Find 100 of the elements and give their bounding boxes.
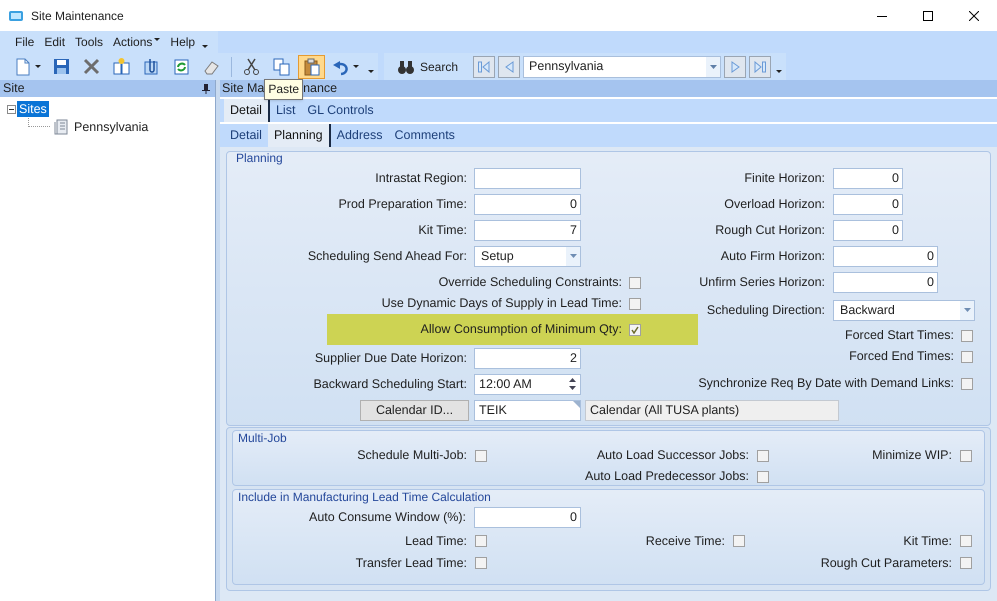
input-field[interactable]: 0: [833, 168, 903, 188]
search-button[interactable]: Search: [394, 54, 462, 78]
dropdown-arrow-icon: [964, 308, 970, 312]
field-label: Auto Firm Horizon:: [720, 248, 825, 265]
scissors-icon: [242, 57, 261, 76]
last-record-button[interactable]: [749, 56, 772, 78]
tab[interactable]: List: [270, 99, 302, 122]
menu-item[interactable]: Help: [165, 32, 200, 52]
window-title: Site Maintenance: [31, 8, 124, 24]
checkbox[interactable]: [629, 276, 641, 288]
checkmark-icon: [631, 326, 639, 334]
field-label: Rough Cut Horizon:: [714, 222, 825, 239]
dropdown-arrow-icon: [570, 254, 576, 258]
checkbox[interactable]: [960, 450, 972, 462]
tree-item[interactable]: Sites: [17, 101, 49, 117]
menu-item[interactable]: Tools: [70, 32, 108, 52]
field-label: Forced End Times:: [849, 348, 954, 366]
field-label: Transfer Lead Time:: [356, 554, 467, 572]
checkbox[interactable]: [960, 557, 972, 569]
field-label: Intrastat Region:: [374, 170, 467, 187]
tab[interactable]: Detail: [224, 124, 268, 147]
last-record-icon: [753, 60, 768, 74]
minus-icon: [9, 106, 14, 112]
pane-title: Site: [3, 80, 25, 98]
overflow-caret-icon[interactable]: [368, 70, 374, 73]
overflow-caret-icon[interactable]: [776, 70, 782, 73]
field-label: Backward Scheduling Start:: [312, 376, 467, 393]
tab[interactable]: Address: [330, 124, 388, 147]
tab[interactable]: Planning: [268, 124, 331, 147]
caret-icon: [35, 65, 41, 68]
field-label: Receive Time:: [646, 532, 725, 550]
input-field[interactable]: 2: [474, 348, 581, 368]
field-label: Prod Preparation Time:: [337, 196, 467, 213]
next-record-button[interactable]: [724, 56, 746, 78]
input-field[interactable]: 0: [833, 194, 903, 214]
x-icon: [82, 57, 101, 76]
book-icon: [112, 57, 131, 76]
previous-record-button[interactable]: [498, 56, 520, 78]
dropdown-arrow-icon: [710, 64, 717, 68]
clipboard-icon: [302, 57, 321, 76]
corner-icon: [573, 400, 580, 408]
collapse-toggle[interactable]: [7, 104, 16, 114]
caret-icon: [154, 38, 160, 40]
pin-icon[interactable]: [202, 84, 210, 94]
field-label: Synchronize Req By Date with Demand Links:: [698, 375, 954, 392]
field-label: Schedule Multi-Job:: [357, 447, 467, 464]
checkbox[interactable]: [757, 470, 769, 482]
field-label: Kit Time:: [903, 532, 952, 550]
input-field[interactable]: 7: [474, 220, 581, 240]
calendar-id-button[interactable]: Calendar ID...: [360, 400, 469, 420]
field-label: Scheduling Send Ahead For:: [306, 248, 467, 265]
dropdown-field[interactable]: Backward: [833, 300, 975, 320]
checkbox[interactable]: [961, 378, 973, 390]
spin-arrows-icon[interactable]: [569, 377, 576, 391]
field-label: Lead Time:: [405, 532, 467, 550]
overflow-caret-icon[interactable]: [202, 44, 208, 48]
input-field[interactable]: 0: [474, 506, 581, 528]
input-field[interactable]: 0: [833, 272, 938, 292]
binoculars-icon: [397, 58, 415, 74]
record-dropdown[interactable]: Pennsylvania: [523, 56, 722, 78]
tab[interactable]: GL Controls: [301, 99, 380, 122]
menu-item[interactable]: Edit: [39, 32, 70, 52]
group-title: Include in Manufacturing Lead Time Calculation: [237, 490, 491, 504]
field-label: Auto Load Predecessor Jobs:: [585, 468, 749, 486]
tree-item[interactable]: Pennsylvania: [72, 119, 150, 135]
tab[interactable]: Detail: [224, 99, 270, 122]
menu-item[interactable]: File: [10, 32, 40, 52]
field-label: Override Scheduling Constraints:: [438, 274, 622, 292]
maximize-icon: [923, 10, 933, 20]
group-title: Multi-Job: [237, 431, 287, 445]
checkbox[interactable]: [961, 330, 973, 342]
checkbox[interactable]: [961, 350, 973, 362]
tab[interactable]: Comments: [388, 124, 461, 147]
input-field[interactable]: 0: [833, 220, 903, 240]
checkbox[interactable]: [475, 450, 487, 462]
input-field[interactable]: 0: [833, 246, 938, 266]
checkbox[interactable]: [475, 557, 487, 569]
copy-icon: [272, 57, 291, 76]
input-field[interactable]: TEIK: [474, 400, 581, 420]
field-label: Kit Time:: [417, 222, 467, 239]
caret-icon: [353, 65, 359, 68]
group-title: Planning: [235, 152, 283, 165]
dropdown-field[interactable]: Setup: [474, 246, 581, 266]
checked-checkbox[interactable]: [629, 324, 641, 336]
menu-item[interactable]: Actions: [108, 32, 166, 52]
field-label: Forced Start Times:: [844, 327, 954, 344]
pane-title: Site Ma: [222, 80, 264, 97]
field-label: Finite Horizon:: [743, 170, 825, 187]
field-label: Scheduling Direction:: [706, 302, 825, 319]
checkbox[interactable]: [960, 535, 972, 547]
first-record-button[interactable]: [473, 56, 496, 78]
checkbox[interactable]: [629, 298, 641, 310]
time-spinner-field[interactable]: 12:00 AM: [474, 374, 581, 394]
paste-button[interactable]: [298, 54, 325, 78]
checkbox[interactable]: [475, 535, 487, 547]
input-field[interactable]: [474, 168, 581, 188]
checkbox[interactable]: [733, 535, 745, 547]
field-label: Auto Load Successor Jobs:: [596, 447, 749, 464]
input-field[interactable]: 0: [474, 194, 581, 214]
checkbox[interactable]: [757, 450, 769, 462]
